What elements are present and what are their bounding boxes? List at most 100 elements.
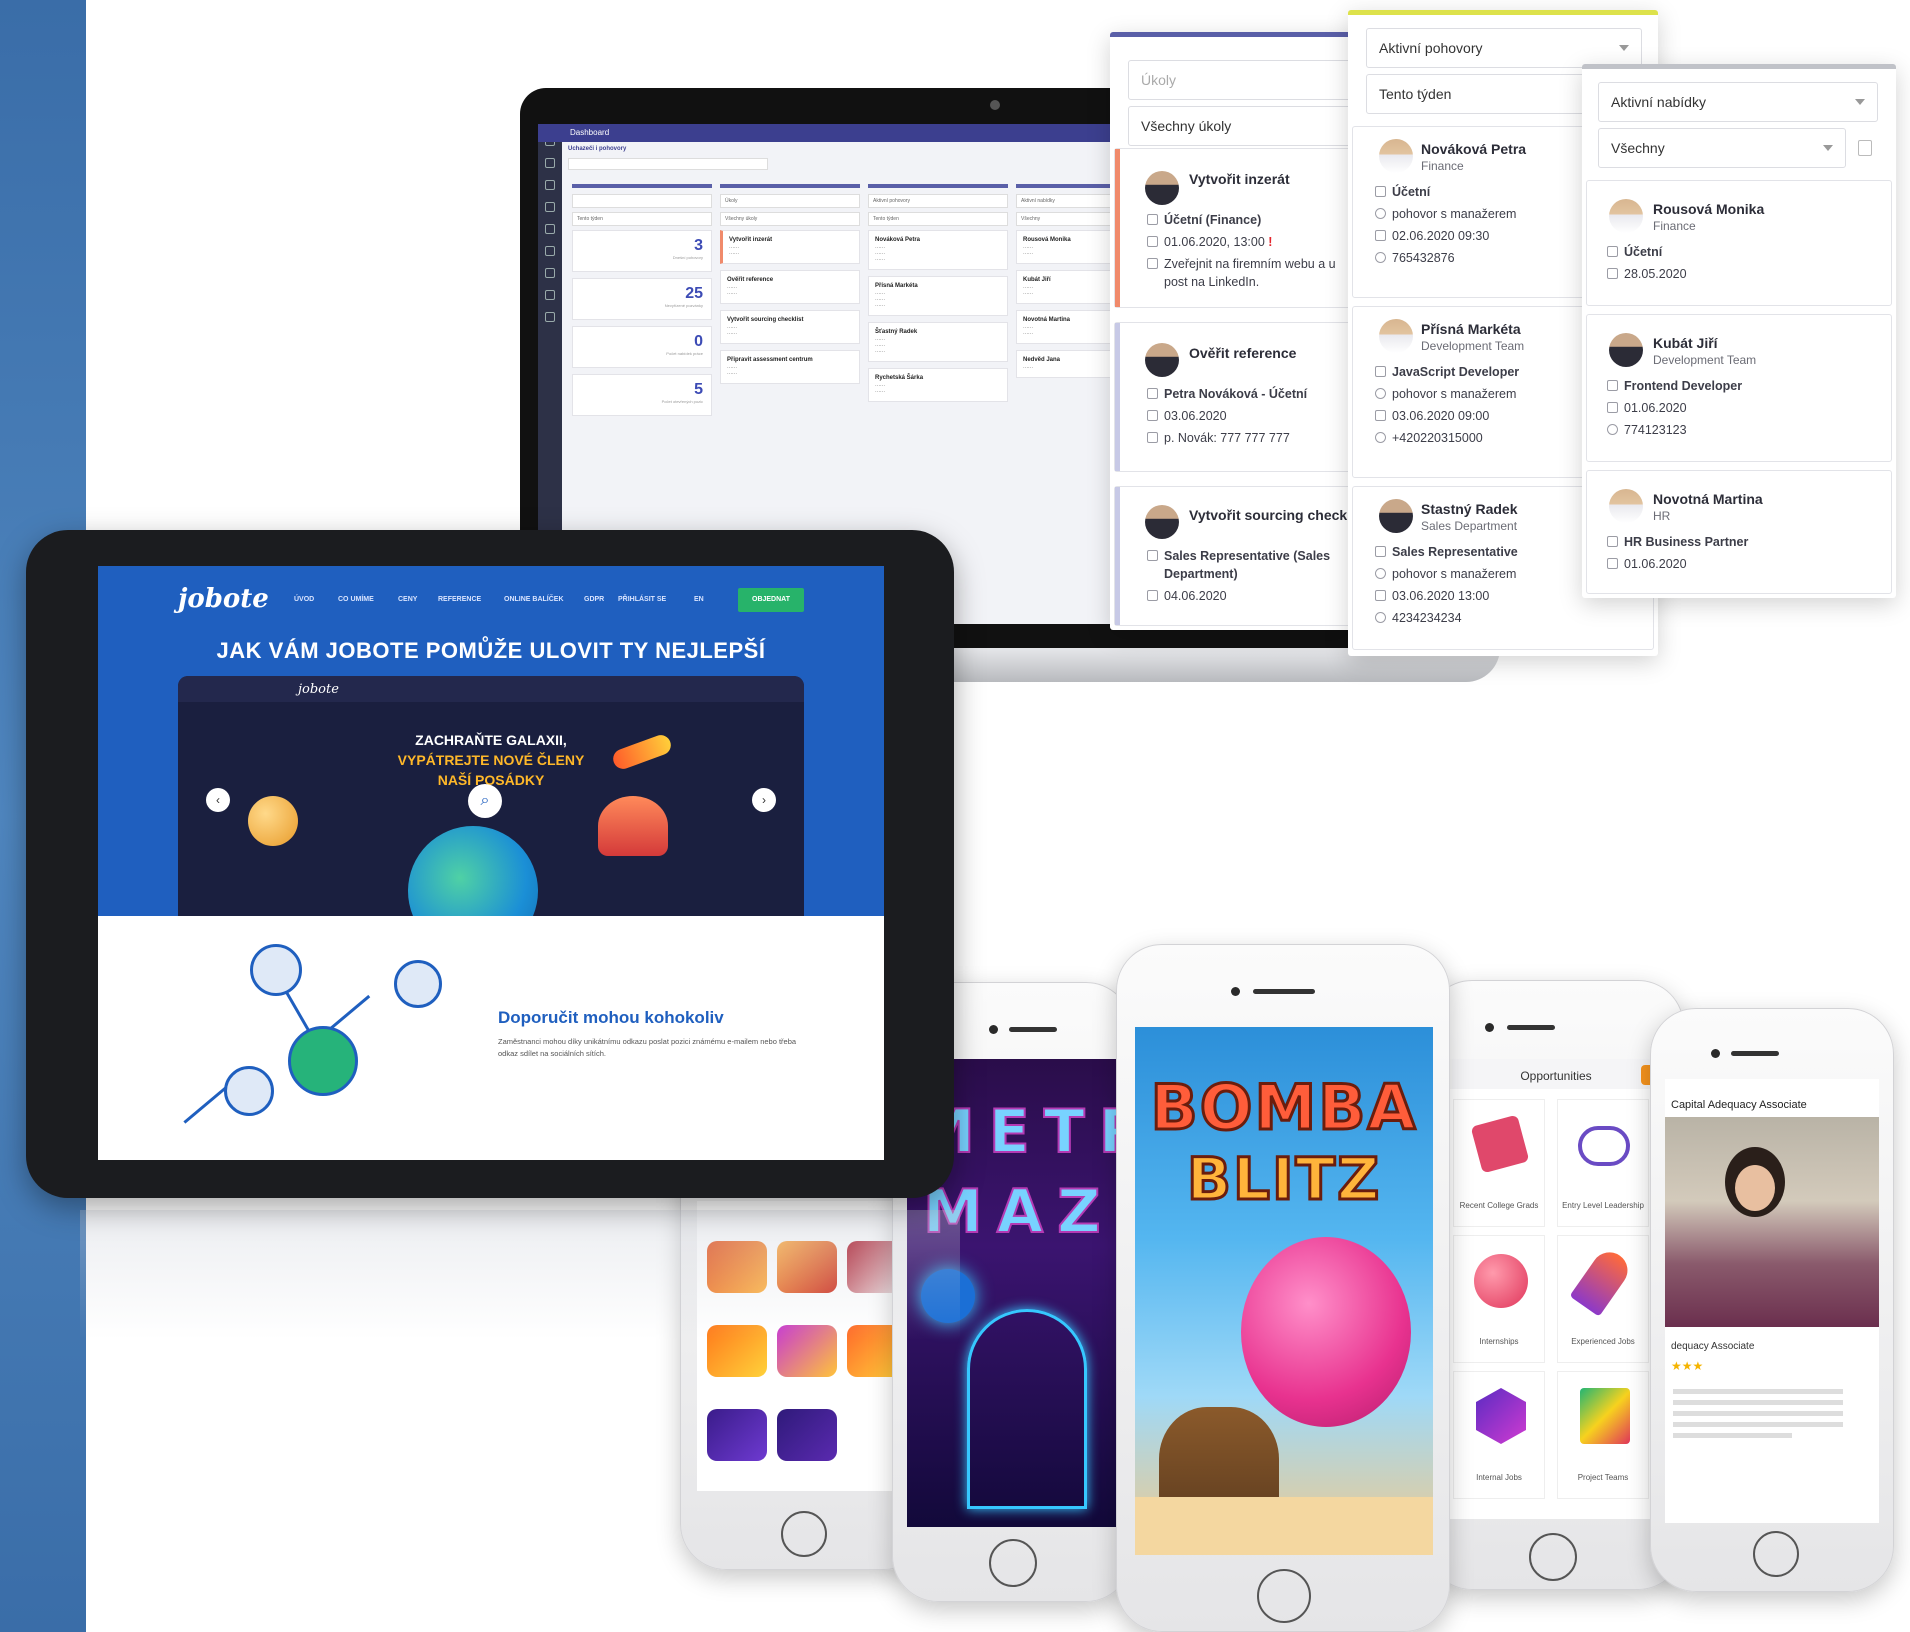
avatar — [1379, 319, 1413, 353]
search-icon[interactable]: ⌕ — [468, 784, 502, 818]
nav-item[interactable]: ONLINE BALÍČEK — [504, 596, 564, 603]
avatar — [1145, 505, 1179, 539]
task-card-create-ad[interactable]: Vytvořit inzerát Účetní (Finance) 01.06.… — [1114, 148, 1352, 308]
candidate-name: Šťastný Radek — [875, 329, 918, 335]
home-button[interactable] — [1753, 1531, 1799, 1577]
task-card[interactable]: Vytvořit inzerát ······ ······ — [720, 230, 860, 264]
home-button[interactable] — [1257, 1569, 1311, 1623]
task-card-sourcing[interactable]: Vytvořit sourcing check Sales Representa… — [1114, 486, 1352, 626]
opportunity-tile[interactable]: Internships — [1453, 1235, 1545, 1363]
nav-item[interactable]: REFERENCE — [438, 596, 481, 603]
briefcase-icon — [1607, 246, 1618, 257]
interview-date: 03.06.2020 09:00 — [1375, 409, 1489, 423]
interview-type: pohovor s manažerem — [1375, 207, 1516, 221]
calendar-icon — [1607, 268, 1618, 279]
planet-earth — [408, 826, 538, 916]
speaker — [1253, 989, 1315, 994]
person-avatar — [394, 960, 442, 1008]
game-tile[interactable] — [777, 1409, 837, 1461]
stat-label: Počet otevřených pozic — [661, 399, 703, 404]
interviews-select[interactable]: Aktivní pohovory — [868, 194, 1008, 208]
gear-icon[interactable] — [545, 312, 555, 322]
interview-card[interactable]: Šťastný Radek ······ ······ ······ — [868, 322, 1008, 362]
nav-item[interactable]: CENY — [398, 596, 417, 603]
opportunity-tile[interactable]: Recent College Grads — [1453, 1099, 1545, 1227]
stat-label: Nevyřízené pozvánky — [664, 303, 703, 308]
calendar-icon — [1375, 410, 1386, 421]
stat-card: 25 Nevyřízené pozvánky — [572, 278, 712, 320]
carousel-prev-icon[interactable]: ‹ — [206, 788, 230, 812]
nav-item[interactable]: EN — [694, 596, 704, 603]
users-icon[interactable] — [545, 158, 555, 168]
interview-card[interactable]: Rychetská Šárka ······ ······ — [868, 368, 1008, 402]
chat-icon[interactable] — [545, 268, 555, 278]
candidate-dept: Finance — [1421, 159, 1464, 173]
interviews-period-select[interactable]: Tento týden — [868, 212, 1008, 226]
interviews-select[interactable]: Aktivní pohovory — [1366, 28, 1642, 68]
nav-item[interactable]: ÚVOD — [294, 596, 314, 603]
org-chart-icon[interactable] — [545, 224, 555, 234]
tasks-panel: Úkoly Všechny úkoly Vytvořit inzerát Úče… — [1110, 32, 1352, 630]
nav-item[interactable]: CO UMÍME — [338, 596, 374, 603]
tasks-type-select[interactable]: Úkoly — [720, 194, 860, 208]
balloon-bomb — [1241, 1237, 1411, 1427]
offers-select[interactable]: Aktivní nabídky — [1598, 82, 1878, 122]
carousel-next-icon[interactable]: › — [752, 788, 776, 812]
stat-card: 5 Počet otevřených pozic — [572, 374, 712, 416]
task-card[interactable]: Vytvořit sourcing checklist ······ ······ — [720, 310, 860, 344]
opportunity-tile[interactable]: Internal Jobs — [1453, 1371, 1545, 1499]
offers-filter-select[interactable]: Všechny — [1598, 128, 1846, 168]
home-button[interactable] — [989, 1539, 1037, 1587]
avatar — [1379, 139, 1413, 173]
ball-icon — [1474, 1254, 1528, 1308]
task-title: Vytvořit inzerát — [1189, 171, 1290, 187]
tasks-filter-select[interactable]: Všechny úkoly — [720, 212, 860, 226]
task-note: Zveřejnit na firemním webu a u — [1147, 257, 1336, 271]
offers-panel: Aktivní nabídky Všechny Rousová Monika F… — [1582, 64, 1896, 598]
nav-item[interactable]: PŘIHLÁSIT SE — [618, 596, 666, 603]
stat-label: Dnešní pohovory — [672, 255, 703, 260]
tasks-filter-select[interactable]: Všechny úkoly — [1128, 106, 1352, 146]
offer-card[interactable]: Kubát Jiří Development Team Frontend Dev… — [1586, 314, 1892, 462]
chart-icon[interactable] — [545, 246, 555, 256]
opportunity-tile[interactable]: Project Teams — [1557, 1371, 1649, 1499]
task-date: 04.06.2020 — [1147, 589, 1227, 603]
tile-label: Recent College Grads — [1459, 1201, 1539, 1210]
home-button[interactable] — [781, 1511, 827, 1557]
nav-item[interactable]: GDPR — [584, 596, 604, 603]
briefcase-icon — [1147, 214, 1158, 225]
offer-card[interactable]: Novotná Martina HR HR Business Partner 0… — [1586, 470, 1892, 594]
jobote-logo[interactable]: jobote — [178, 584, 269, 614]
document-icon[interactable] — [545, 202, 555, 212]
tile-label: Internships — [1479, 1337, 1519, 1346]
task-card-verify-refs[interactable]: Ověřit reference Petra Nováková - Účetní… — [1114, 322, 1352, 472]
ufo — [598, 796, 668, 856]
candidate-name: Rychetská Šárka — [875, 375, 924, 381]
opportunity-tile[interactable]: Experienced Jobs — [1557, 1235, 1649, 1363]
trash-icon[interactable] — [1858, 140, 1872, 156]
list-icon[interactable] — [545, 290, 555, 300]
opportunity-tile[interactable]: Entry Level Leadership — [1557, 1099, 1649, 1227]
section-title: Doporučit mohou kohokoliv — [498, 1008, 724, 1027]
offer-phone: 774123123 — [1607, 423, 1687, 437]
app-title: Dashboard — [570, 128, 610, 137]
website-hero: jobote ÚVOD CO UMÍME CENY REFERENCE ONLI… — [98, 566, 884, 916]
tasks-type-select[interactable]: Úkoly — [1128, 60, 1352, 100]
game-tile[interactable] — [707, 1409, 767, 1461]
column-accent — [720, 184, 860, 188]
interview-card[interactable]: Nováková Petra ······ ······ ······ — [868, 230, 1008, 270]
task-card[interactable]: Ověřit reference ······ ······ — [720, 270, 860, 304]
stats-filter[interactable] — [572, 194, 712, 208]
person-avatar — [250, 944, 302, 996]
briefcase-icon[interactable] — [545, 180, 555, 190]
order-button[interactable]: OBJEDNAT — [738, 588, 804, 612]
mini-search-input[interactable] — [568, 158, 768, 170]
phone-icon — [1375, 612, 1386, 623]
stats-period-select[interactable]: Tento týden — [572, 212, 712, 226]
task-card[interactable]: Připravit assessment centrum ······ ······ — [720, 350, 860, 384]
panel-accent — [1582, 64, 1896, 69]
task-position: Sales Representative (Sales — [1147, 549, 1330, 563]
home-button[interactable] — [1529, 1533, 1577, 1581]
offer-card[interactable]: Rousová Monika Finance Účetní 28.05.2020 — [1586, 180, 1892, 306]
interview-card[interactable]: Přísná Markéta ······ ······ ······ — [868, 276, 1008, 316]
